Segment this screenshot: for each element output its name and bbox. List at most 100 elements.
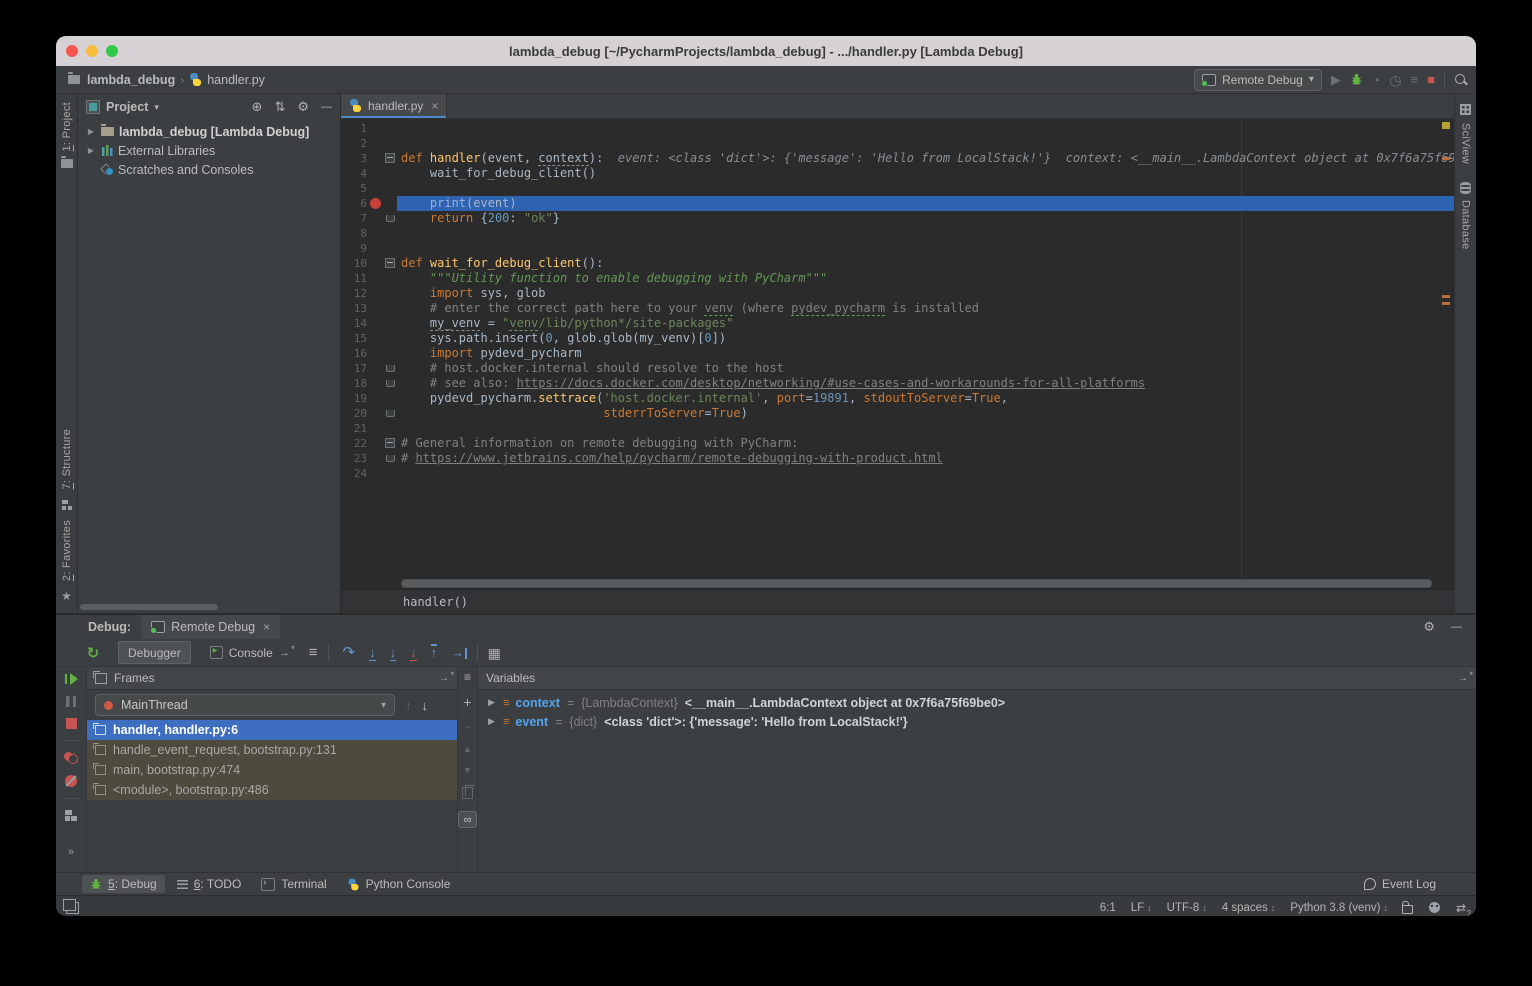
project-tree-item[interactable]: Scratches and Consoles [78,160,340,179]
lock-icon[interactable] [1402,905,1413,914]
stop-debug-button[interactable] [66,718,77,729]
code-line[interactable]: 12 import sys, glob [341,286,1454,301]
status-item[interactable]: 6:1 [1100,902,1116,914]
fold-area[interactable] [383,365,397,372]
debug-session-tab[interactable]: Remote Debug × [141,615,280,639]
inspections-hector-icon[interactable] [1429,902,1440,913]
close-session-icon[interactable]: × [263,620,270,634]
layout-options-icon[interactable]: ≡ [309,645,318,660]
gutter[interactable]: 20 [341,406,397,421]
variable-row[interactable]: ▶≡event = {dict} <class 'dict'>: {'messa… [478,712,1476,731]
toolwindow-tab-terminal[interactable]: Terminal [253,875,334,893]
step-into-my-code-button[interactable]: ↓ [410,646,417,659]
error-stripe[interactable] [1439,119,1451,577]
code-line[interactable]: 21 [341,421,1454,436]
status-item[interactable]: Python 3.8 (venv)↕ [1290,902,1388,914]
pin-tab-icon[interactable]: → [1458,673,1468,684]
evaluate-expression-button[interactable]: ▦ [488,646,501,660]
project-panel-title[interactable]: Project [106,100,148,114]
stripe-mark[interactable] [1442,295,1450,298]
breakpoint-dot[interactable] [370,198,381,209]
code-line[interactable]: 19 pydevd_pycharm.settrace('host.docker.… [341,391,1454,406]
code-line[interactable]: 17 # host.docker.internal should resolve… [341,361,1454,376]
editor-horizontal-scrollbar[interactable] [401,579,1432,588]
stack-frame-row[interactable]: main, bootstrap.py:474 [87,760,457,780]
breadcrumb-project[interactable]: lambda_debug [87,73,175,87]
gear-icon[interactable]: ⚙ [297,99,309,115]
fold-end-icon[interactable] [386,380,395,387]
tool-stripe-sciview[interactable]: SciView [1460,123,1472,164]
gutter[interactable]: 15 [341,331,397,346]
sync-icon[interactable]: ⇄ [1456,901,1466,915]
fold-area[interactable] [383,438,397,448]
gutter[interactable]: 22 [341,436,397,451]
collapse-all-icon[interactable]: ⇅ [274,99,285,115]
previous-frame-button[interactable]: ↑ [405,698,412,713]
stripe-mark[interactable] [1442,302,1450,305]
code-line[interactable]: 18 # see also: https://docs.docker.com/d… [341,376,1454,391]
gutter[interactable]: 17 [341,361,397,376]
close-tab-icon[interactable]: × [431,99,438,113]
run-to-cursor-button[interactable]: → [451,646,467,659]
step-into-button[interactable]: ↓ [369,646,376,659]
tool-stripe-database[interactable]: Database [1460,200,1472,250]
expand-icon[interactable]: ▶ [488,716,496,727]
gutter[interactable]: 14 [341,316,397,331]
status-item[interactable]: UTF-8↕ [1167,902,1207,914]
stack-frame-row[interactable]: handler, handler.py:6 [87,720,457,740]
code-line[interactable]: 1 [341,121,1454,136]
fold-area[interactable] [383,153,397,163]
project-view-dropdown-icon[interactable]: ▾ [154,103,159,112]
editor-tab-handler-py[interactable]: handler.py × [341,94,447,118]
fold-end-icon[interactable] [386,215,395,222]
hide-debug-panel-icon[interactable]: — [1451,621,1462,633]
expand-icon[interactable]: ▶ [488,697,496,708]
gutter[interactable]: 13 [341,301,397,316]
next-frame-button[interactable]: ↓ [422,698,429,713]
tool-stripe-project[interactable]: 1: Project [61,102,73,151]
code-line[interactable]: 11 """Utility function to enable debuggi… [341,271,1454,286]
fold-collapse-icon[interactable] [385,438,395,448]
code-line[interactable]: 16 import pydevd_pycharm [341,346,1454,361]
locate-file-icon[interactable]: ⊕ [252,99,263,115]
new-watch-button[interactable]: + [463,695,471,709]
code-line[interactable]: 22# General information on remote debugg… [341,436,1454,451]
resume-button[interactable] [65,673,78,685]
gutter[interactable]: 19 [341,391,397,406]
step-out-button[interactable]: ↑ [431,646,438,659]
tool-stripe-favorites[interactable]: 2: Favorites [61,520,73,581]
gutter[interactable]: 11 [341,271,397,286]
pin-tab-icon[interactable]: → [439,673,449,684]
remove-watch-button[interactable]: − [464,721,471,733]
pause-button[interactable] [66,696,76,707]
fold-area[interactable] [383,455,397,462]
move-watch-up-button[interactable]: ▲ [463,745,472,754]
fold-end-icon[interactable] [386,455,395,462]
fold-area[interactable] [383,410,397,417]
fold-collapse-icon[interactable] [385,153,395,163]
editor-breadcrumb[interactable]: handler() [341,589,1454,613]
breakpoint-area[interactable] [367,198,383,209]
tree-expand-icon[interactable]: ▶ [86,127,96,136]
run-button[interactable]: ▶ [1331,73,1341,86]
stripe-mark[interactable] [1442,157,1450,160]
step-over-button[interactable]: ↷ [343,645,356,660]
gutter[interactable]: 12 [341,286,397,301]
gutter[interactable]: 18 [341,376,397,391]
tab-debugger[interactable]: Debugger [118,641,191,664]
close-window-button[interactable] [66,45,78,57]
project-horizontal-scrollbar[interactable] [80,604,218,610]
gutter[interactable]: 3 [341,151,397,166]
gutter[interactable]: 5 [341,181,397,196]
fold-area[interactable] [383,258,397,268]
duplicate-watch-button[interactable] [462,787,473,799]
code-line[interactable]: 24 [341,466,1454,481]
run-configuration-select[interactable]: Remote Debug ▾ [1194,69,1322,91]
toolwindow-tab-debug[interactable]: 5: Debug [82,875,165,893]
show-watches-toggle[interactable]: ∞ [458,811,477,828]
fold-collapse-icon[interactable] [385,258,395,268]
code-line[interactable]: 7 return {200: "ok"} [341,211,1454,226]
gutter[interactable]: 2 [341,136,397,151]
code-editor[interactable]: 123def handler(event, context): event: <… [341,119,1454,577]
fold-end-icon[interactable] [386,410,395,417]
